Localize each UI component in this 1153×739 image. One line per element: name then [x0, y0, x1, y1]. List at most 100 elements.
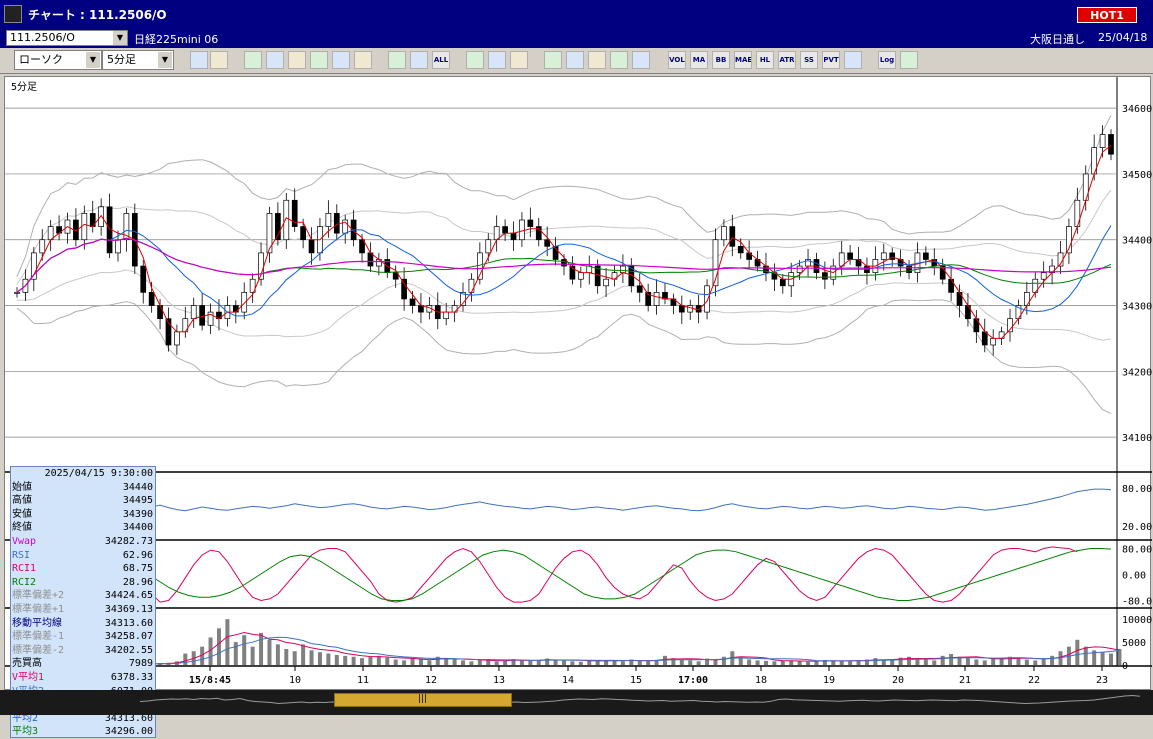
export-icon[interactable]: [900, 51, 918, 69]
volume-average-1: [16, 631, 1120, 665]
volume-bar: [410, 658, 415, 665]
volume-bar: [949, 654, 954, 665]
window-icon[interactable]: [844, 51, 862, 69]
ohlc-value: 34390: [122, 508, 153, 520]
volume-bar: [747, 659, 752, 665]
ohlc-row: 標準偏差+2 34424.65: [11, 589, 155, 603]
hl-button[interactable]: HL: [756, 51, 774, 69]
symbol-select[interactable]: 111.2506/O ▼: [6, 30, 128, 46]
ohlc-row: 高値 34495: [11, 494, 155, 508]
candle-body: [157, 305, 163, 320]
info-icon[interactable]: [632, 51, 650, 69]
chart-area[interactable]: 5分足 34600 34500 34400 34300 34200 34100 80.00 20…: [4, 76, 1152, 738]
ma-button[interactable]: MA: [690, 51, 708, 69]
candle-body: [115, 239, 121, 254]
mae-button[interactable]: MAE: [734, 51, 752, 69]
candle-body: [636, 285, 643, 293]
price-tick: 34100: [1122, 433, 1152, 444]
instrument-name: 日経225mini 06: [134, 33, 219, 46]
time-scrollbar[interactable]: |||: [0, 690, 1153, 715]
candle-body: [838, 252, 845, 267]
x-axis-label: 19: [823, 675, 835, 686]
hot-button[interactable]: HOT1: [1077, 7, 1137, 23]
pvt-button[interactable]: PVT: [822, 51, 840, 69]
zoom-icon[interactable]: [190, 51, 208, 69]
candle-body: [81, 213, 88, 241]
price-tick: 34400: [1122, 236, 1152, 247]
candle-body: [880, 252, 887, 260]
toolbar: ローソク ▼ 5分足 ▼ ALL VOL MA BB MAE HL ATR SS PVT Log: [0, 48, 1153, 74]
chevron-down-icon[interactable]: ▼: [86, 52, 100, 68]
atr-button[interactable]: ATR: [778, 51, 796, 69]
candle-body: [653, 292, 660, 306]
crosshair-red-icon[interactable]: [610, 51, 628, 69]
x-axis-label: 18: [755, 675, 767, 686]
arrow-tool-icon[interactable]: [310, 51, 328, 69]
volume-bar: [890, 660, 895, 665]
volume-bar: [452, 659, 457, 665]
volume-bar: [418, 659, 423, 665]
bb-button[interactable]: BB: [712, 51, 730, 69]
pen-icon[interactable]: [244, 51, 262, 69]
crosshair-icon[interactable]: [210, 51, 228, 69]
ohlc-label: 終値: [12, 522, 32, 534]
x-axis-label: 11: [357, 675, 369, 686]
ss-button[interactable]: SS: [800, 51, 818, 69]
candle-body: [418, 305, 424, 313]
x-axis-label: 10: [289, 675, 301, 686]
grip-icon: |||: [418, 694, 428, 704]
ohlc-value: 34369.13: [104, 603, 153, 615]
ohlc-value: 34258.07: [104, 631, 153, 643]
volume-bar: [368, 656, 373, 665]
ohlc-value: 7989: [128, 658, 153, 670]
all-button[interactable]: ALL: [432, 51, 450, 69]
ohlc-label: 標準偏差+1: [12, 603, 65, 615]
volume-bar: [326, 653, 331, 665]
search-icon[interactable]: [566, 51, 584, 69]
settings-icon[interactable]: [466, 51, 484, 69]
volume-bar: [688, 660, 693, 665]
chart-canvas[interactable]: 5分足 34600 34500 34400 34300 34200 34100 80.00 20…: [5, 77, 1152, 691]
indicator-icon[interactable]: [544, 51, 562, 69]
candle-alt-icon[interactable]: [410, 51, 428, 69]
volume-bar: [982, 660, 987, 665]
volume-bar: [932, 660, 937, 665]
log-button[interactable]: Log: [878, 51, 896, 69]
candle-body: [401, 278, 407, 300]
volume-bar: [620, 661, 625, 665]
candle-icon[interactable]: [388, 51, 406, 69]
line-tool-icon[interactable]: [266, 51, 284, 69]
market-name: 大阪日通し: [1030, 33, 1085, 46]
volume-bar: [696, 661, 701, 665]
price-tick: 34300: [1122, 302, 1152, 313]
volume-bar: [259, 632, 264, 665]
trash-icon[interactable]: [354, 51, 372, 69]
text-tool-icon[interactable]: [332, 51, 350, 69]
color-icon[interactable]: [510, 51, 528, 69]
timeframe-label: 5分足: [11, 81, 37, 93]
ohlc-label: 始値: [12, 481, 32, 493]
volume-bar: [1083, 646, 1088, 665]
brush-icon[interactable]: [488, 51, 506, 69]
ohlc-value: 62.96: [122, 549, 153, 561]
volume-bar: [275, 644, 280, 665]
chart-type-select[interactable]: ローソク ▼: [14, 50, 102, 70]
ohlc-label: 平均3: [12, 726, 39, 738]
vol-button[interactable]: VOL: [668, 51, 686, 69]
volume-bar: [461, 660, 466, 665]
chevron-down-icon[interactable]: ▼: [113, 31, 127, 45]
candle-body: [721, 226, 727, 241]
candle-body: [577, 272, 584, 280]
timeframe-select[interactable]: 5分足 ▼: [102, 50, 174, 70]
chevron-down-icon[interactable]: ▼: [158, 52, 172, 68]
volume-average-2: [16, 636, 1120, 665]
ohlc-value: 34296.00: [104, 726, 153, 738]
candle-body: [1040, 272, 1047, 280]
price-tick: 34600: [1122, 104, 1152, 115]
bars-icon[interactable]: [588, 51, 606, 69]
volume-bar: [721, 656, 726, 665]
ohlc-value: 34495: [122, 495, 153, 507]
cursor-icon[interactable]: [288, 51, 306, 69]
volume-bar: [267, 639, 272, 665]
candle-body: [232, 305, 239, 313]
